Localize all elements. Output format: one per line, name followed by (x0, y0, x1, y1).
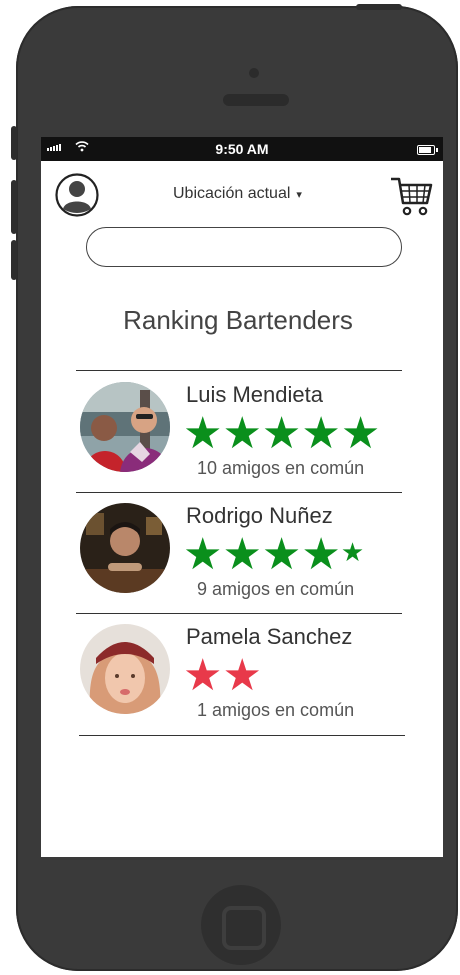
star-icon: ★ (183, 529, 223, 580)
power-button (356, 4, 402, 10)
divider (76, 613, 402, 614)
star-icon: ★ (222, 650, 262, 701)
volume-up-button (11, 180, 17, 234)
shopping-cart-icon[interactable] (389, 175, 435, 217)
rating-stars: ★★ (183, 652, 262, 700)
home-button[interactable] (201, 885, 281, 965)
mutual-friends: 9 amigos en común (197, 579, 355, 599)
star-icon: ★ (222, 529, 262, 580)
star-icon: ★ (261, 408, 302, 459)
star-icon: ★ (301, 408, 341, 459)
bartender-row-luis[interactable]: Luis Mendieta ★★★★★ 10 amigos en común (79, 374, 405, 486)
chevron-down-icon: ▾ (296, 189, 302, 201)
bartender-row-pamela[interactable]: Pamela Sanchez ★★ 1 amigos en común (79, 616, 405, 728)
mutual-friends: 1 amigos en común (197, 700, 355, 720)
status-bar: 9:50 AM (41, 137, 443, 161)
rating-stars: ★★★★★ (183, 531, 364, 581)
location-label: Ubicación actual (173, 185, 291, 202)
star-icon: ★ (301, 529, 341, 580)
star-icon: ★ (222, 408, 262, 459)
camera-dot (249, 68, 259, 78)
star-icon: ★ (183, 408, 223, 459)
bartender-name: Luis Mendieta (186, 382, 323, 407)
divider (76, 492, 402, 493)
half-star-icon: ★ (340, 538, 365, 568)
bartender-photo (80, 624, 170, 714)
battery-icon (417, 145, 438, 155)
bartender-photo (80, 382, 170, 472)
bartender-name: Pamela Sanchez (186, 624, 353, 649)
location-dropdown[interactable]: Ubicación actual ▾ (173, 185, 302, 203)
star-icon: ★ (340, 408, 381, 459)
user-icon[interactable] (55, 173, 99, 217)
page-title: Ranking Bartenders (123, 305, 353, 335)
bartender-row-rodrigo[interactable]: Rodrigo Nuñez ★★★★★ 9 amigos en común (79, 495, 405, 607)
search-input[interactable] (86, 227, 402, 267)
bartender-photo (80, 503, 170, 593)
rating-stars: ★★★★★ (183, 410, 380, 458)
volume-down-button (11, 240, 17, 280)
star-icon: ★ (183, 650, 223, 701)
star-icon: ★ (261, 529, 302, 580)
speaker-grille (223, 94, 289, 106)
mute-switch (11, 126, 17, 160)
bartender-name: Rodrigo Nuñez (186, 503, 333, 528)
divider (79, 735, 405, 736)
app-screen: 9:50 AM Ubicación actual ▾ Ranking Barten… (41, 137, 443, 857)
status-time: 9:50 AM (215, 141, 269, 157)
mutual-friends: 10 amigos en común (197, 458, 365, 478)
divider (76, 370, 402, 371)
